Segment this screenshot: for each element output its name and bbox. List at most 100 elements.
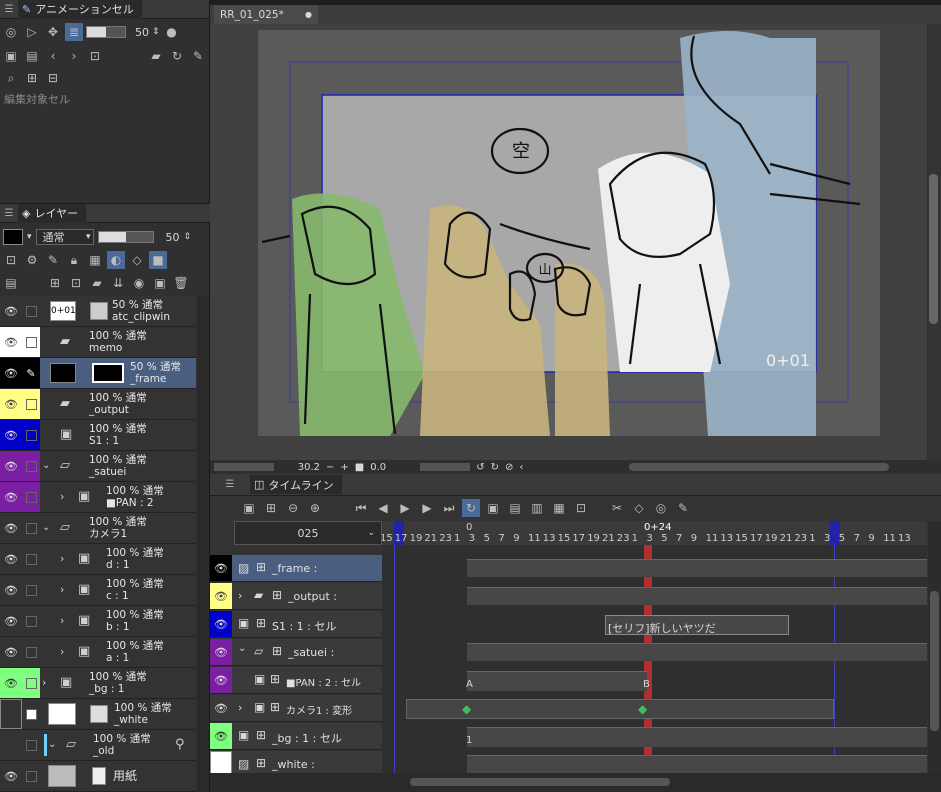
track-row[interactable]: 👁︎ ▨ ⊞ _frame : — [210, 555, 382, 582]
rotate-slider[interactable] — [420, 463, 471, 471]
cel-spec-icon[interactable]: ⊡ — [572, 499, 590, 517]
layer-row[interactable]: 👁︎ 用紙 — [0, 761, 196, 792]
rotate-value[interactable]: 0.0 — [370, 462, 414, 473]
plus-icon[interactable]: ⊞ — [256, 616, 266, 630]
tab-animation-cel[interactable]: ✎ アニメーションセル — [18, 0, 142, 19]
color-icon[interactable]: ● — [163, 23, 181, 41]
layer-opacity-slider[interactable] — [97, 231, 154, 243]
opacity-slider[interactable] — [86, 26, 126, 38]
play-icon[interactable]: ▶ — [396, 499, 414, 517]
document-tab[interactable]: RR_01_025* ● — [214, 5, 318, 24]
cel-assign-icon[interactable]: ▤ — [506, 499, 524, 517]
chevron-down-icon[interactable]: ⌄ — [48, 738, 60, 752]
track-row[interactable]: 👁︎ ▣ ⊞ ■PAN : 2 : セル — [210, 667, 382, 694]
canvas-illustration[interactable]: 空 山 0+01 — [210, 24, 926, 460]
new-timeline-icon[interactable]: ▣ — [240, 499, 258, 517]
chevron-right-icon[interactable]: › — [238, 589, 242, 602]
draft-icon[interactable]: ✎ — [44, 251, 62, 269]
cel-copy-icon[interactable]: ▦ — [550, 499, 568, 517]
frame-lane[interactable] — [467, 559, 927, 577]
light-table-icon[interactable]: ✥ — [44, 23, 62, 41]
edit-icon[interactable]: ✎ — [189, 47, 207, 65]
onion-skin-icon[interactable]: ◎ — [2, 23, 20, 41]
lock-toggle[interactable] — [22, 296, 40, 326]
chevron-right-icon[interactable]: › — [60, 645, 72, 659]
layer-row[interactable]: ⌄ ▱ 100 % 通常 _old ⚲ — [0, 730, 196, 761]
eye-icon[interactable]: 👁︎ — [0, 451, 22, 481]
lock-alpha-icon[interactable]: ▦ — [86, 251, 104, 269]
pen-icon[interactable]: ✎ — [22, 358, 40, 388]
next-icon[interactable]: › — [65, 47, 83, 65]
mask-icon[interactable]: ◐ — [107, 251, 125, 269]
close-icon[interactable]: ● — [305, 10, 312, 19]
onion-icon[interactable]: ◎ — [652, 499, 670, 517]
eye-icon[interactable]: 👁︎ — [0, 327, 22, 357]
plus-icon[interactable]: ⊞ — [256, 756, 266, 770]
plus-icon[interactable]: ⊞ — [272, 588, 282, 602]
dialogue-clip[interactable]: [セリフ]新しいヤツだ — [605, 615, 789, 635]
chevron-right-icon[interactable]: › — [60, 490, 72, 504]
timeline-ruler[interactable]: 0 0+24 15 17 19 21 23 1 3 5 7 9 11 13 15 17 19 21 23 1 3 5 7… — [382, 521, 927, 545]
eye-icon[interactable]: 👁︎ — [210, 695, 232, 721]
lock-icon[interactable]: 🔒︎ — [65, 251, 83, 269]
plus-icon[interactable]: ⊞ — [270, 700, 280, 714]
plus-icon[interactable]: ⊞ — [256, 728, 266, 742]
chevron-down-icon[interactable]: ⌄ — [238, 643, 246, 654]
folder-open-icon[interactable]: ▰ — [147, 47, 165, 65]
cel-spec-icon[interactable]: ⊞ — [23, 69, 41, 87]
layer-row[interactable]: 👁︎ 0+01 50 % 通常 atc_clipwin — [0, 296, 196, 327]
eye-icon[interactable]: 👁︎ — [0, 420, 22, 450]
satuei-lane[interactable] — [467, 643, 927, 661]
keyframe-icon[interactable]: ✂ — [608, 499, 626, 517]
layer-row[interactable]: 👁︎ › ▣ 100 % 通常 b : 1 — [0, 606, 196, 637]
next-frame-icon[interactable]: ▶ — [418, 499, 436, 517]
layer-color-icon[interactable]: ■ — [149, 251, 167, 269]
prev-icon[interactable]: ‹ — [44, 47, 62, 65]
chevron-down-icon[interactable]: ⌄ — [42, 521, 54, 535]
timeline-hscroll[interactable] — [210, 773, 941, 792]
chevron-right-icon[interactable]: › — [60, 552, 72, 566]
scroll-left-icon[interactable]: ‹ — [519, 462, 523, 473]
lock-toggle[interactable] — [22, 730, 40, 760]
layer-row[interactable]: 👁︎ ▰ 100 % 通常 memo — [0, 327, 196, 358]
lock-toggle[interactable] — [22, 420, 40, 450]
layer-row[interactable]: 👁︎ › ▣ 100 % 通常 d : 1 — [0, 544, 196, 575]
chevron-right-icon[interactable]: › — [60, 614, 72, 628]
layer-row-selected[interactable]: 👁︎ ✎ 50 % 通常 _frame — [0, 358, 196, 389]
menu-icon[interactable]: ☰ — [0, 4, 18, 15]
layer-row[interactable]: 👁︎ › ▣ 100 % 通常 ■PAN : 2 — [0, 482, 196, 513]
track-row[interactable]: 👁︎ ▣ ⊞ _bg : 1 : セル — [210, 723, 382, 750]
timeline-settings-icon[interactable]: ⊞ — [262, 499, 280, 517]
eye-icon[interactable]: 👁︎ — [210, 667, 232, 693]
layer-stack-icon[interactable]: ≣ — [65, 23, 83, 41]
lock-toggle[interactable] — [22, 513, 40, 543]
trash-icon[interactable]: 🗑︎ — [172, 274, 190, 292]
cut-select[interactable]: 025 ⌄ — [234, 521, 382, 545]
zoom-slider[interactable] — [214, 463, 274, 471]
layer-row[interactable]: 👁︎ ⌄ ▱ 100 % 通常 カメラ1 — [0, 513, 196, 544]
chevron-right-icon[interactable]: › — [42, 676, 54, 690]
track-row[interactable]: 👁︎ › ▰ ⊞ _output : — [210, 583, 382, 610]
tab-layer[interactable]: ◈ レイヤー — [18, 203, 87, 223]
layer-row[interactable]: 👁︎ › ▣ 100 % 通常 a : 1 — [0, 637, 196, 668]
eye-icon[interactable] — [0, 699, 22, 729]
eye-icon[interactable]: 👁︎ — [0, 637, 22, 667]
zoom-in-icon[interactable]: ⊕ — [306, 499, 324, 517]
keyframe-icon[interactable]: ◆ — [638, 702, 647, 716]
main-color-swatch[interactable] — [3, 229, 23, 245]
lock-toggle[interactable] — [22, 668, 40, 698]
new-cel-icon[interactable]: ▣ — [2, 47, 20, 65]
lock-toggle[interactable] — [22, 606, 40, 636]
canvas-viewport[interactable]: 空 山 0+01 — [210, 24, 941, 460]
merge-icon[interactable]: ⇊ — [109, 274, 127, 292]
eye-icon[interactable]: 👁︎ — [0, 761, 22, 791]
cel-icon[interactable]: ⊡ — [86, 47, 104, 65]
eye-icon[interactable]: 👁︎ — [210, 639, 232, 665]
eye-icon[interactable]: 👁︎ — [0, 513, 22, 543]
eye-icon[interactable]: 👁︎ — [0, 296, 22, 326]
flip-icon[interactable]: ▷ — [23, 23, 41, 41]
eye-icon[interactable]: 👁︎ — [0, 575, 22, 605]
new-folder-icon[interactable]: ▰ — [88, 274, 106, 292]
eye-icon[interactable]: 👁︎ — [210, 723, 232, 749]
delete-cel-icon[interactable]: ▤ — [23, 47, 41, 65]
